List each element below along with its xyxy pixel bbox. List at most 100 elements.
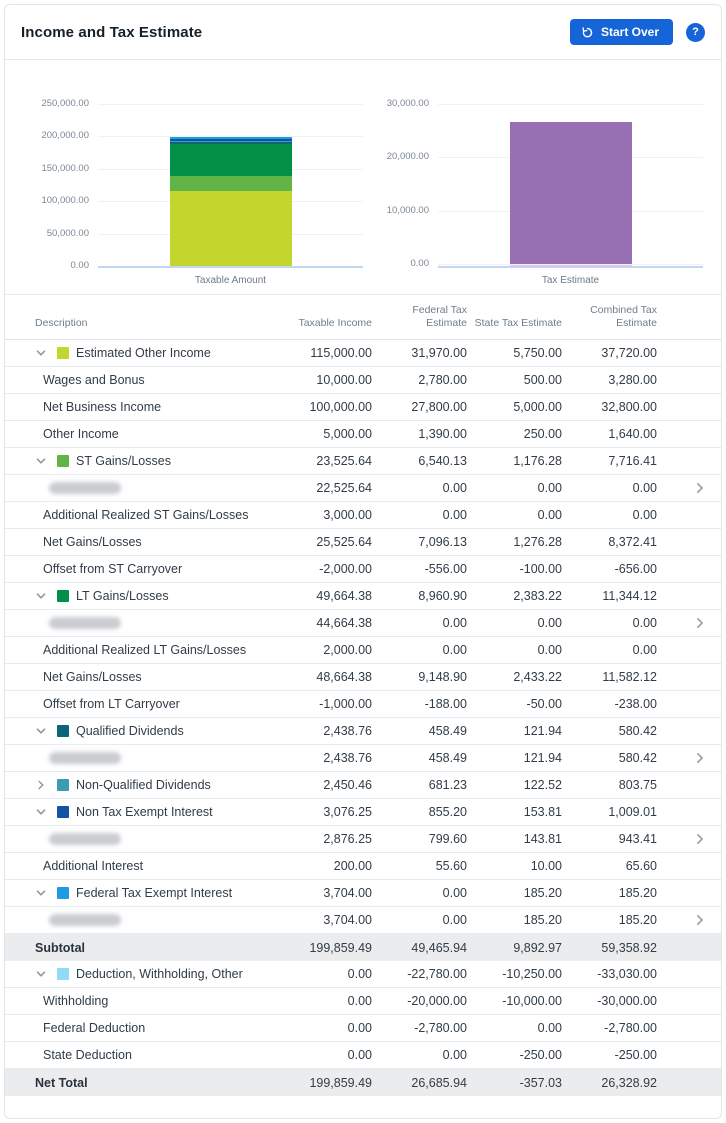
- table-row-account[interactable]: 22,525.640.000.000.00: [5, 475, 721, 502]
- page-title: Income and Tax Estimate: [21, 24, 202, 41]
- cell-combined-tax-estimate: -30,000.00: [562, 994, 657, 1008]
- help-button[interactable]: ?: [686, 23, 705, 42]
- cell-combined-tax-estimate: 0.00: [562, 508, 657, 522]
- cell-combined-tax-estimate: 65.60: [562, 859, 657, 873]
- cell-federal-tax-estimate: 0.00: [372, 616, 467, 630]
- series-color-swatch: [57, 590, 69, 602]
- chevron-right-icon[interactable]: [35, 779, 47, 791]
- chevron-down-icon[interactable]: [35, 590, 47, 602]
- row-description: [35, 914, 277, 926]
- cell-taxable-income: 115,000.00: [277, 346, 372, 360]
- cell-taxable-income: 100,000.00: [277, 400, 372, 414]
- cell-state-tax-estimate: -250.00: [467, 1048, 562, 1062]
- table-row-non-tax-exempt-interest[interactable]: Non Tax Exempt Interest3,076.25855.20153…: [5, 799, 721, 826]
- cell-taxable-income: 2,450.46: [277, 778, 372, 792]
- row-detail-chevron-icon[interactable]: [693, 832, 707, 846]
- cell-state-tax-estimate: 2,433.22: [467, 670, 562, 684]
- cell-federal-tax-estimate: 0.00: [372, 508, 467, 522]
- table-row-account[interactable]: 2,438.76458.49121.94580.42: [5, 745, 721, 772]
- cell-taxable-income: 200.00: [277, 859, 372, 873]
- table-row-st-gains-losses[interactable]: ST Gains/Losses23,525.646,540.131,176.28…: [5, 448, 721, 475]
- chevron-down-icon[interactable]: [35, 806, 47, 818]
- row-detail-chevron-icon[interactable]: [693, 481, 707, 495]
- row-label: Subtotal: [35, 941, 85, 955]
- table-row-additional-interest: Additional Interest200.0055.6010.0065.60: [5, 853, 721, 880]
- bar-segment-st-gains-losses: [170, 176, 292, 191]
- chevron-down-icon[interactable]: [35, 725, 47, 737]
- table-row-account[interactable]: 44,664.380.000.000.00: [5, 610, 721, 637]
- col-header-description: Description: [35, 317, 277, 330]
- cell-taxable-income: 48,664.38: [277, 670, 372, 684]
- start-over-button[interactable]: Start Over: [570, 19, 673, 45]
- row-label: Federal Deduction: [35, 1021, 145, 1035]
- series-color-swatch: [57, 455, 69, 467]
- row-label: Withholding: [35, 994, 108, 1008]
- table-row-deduction-withholding-other[interactable]: Deduction, Withholding, Other0.00-22,780…: [5, 961, 721, 988]
- table-row-subtotal: Subtotal199,859.4949,465.949,892.9759,35…: [5, 934, 721, 961]
- cell-federal-tax-estimate: 0.00: [372, 643, 467, 657]
- charts-section: 0.0050,000.00100,000.00150,000.00200,000…: [5, 60, 721, 294]
- chevron-down-icon[interactable]: [35, 968, 47, 980]
- cell-taxable-income: 2,438.76: [277, 724, 372, 738]
- cell-federal-tax-estimate: 2,780.00: [372, 373, 467, 387]
- row-description: Offset from ST Carryover: [35, 562, 277, 576]
- cell-taxable-income: -2,000.00: [277, 562, 372, 576]
- cell-taxable-income: 25,525.64: [277, 535, 372, 549]
- table-row-federal-tax-exempt-interest[interactable]: Federal Tax Exempt Interest3,704.000.001…: [5, 880, 721, 907]
- estimate-table: Description Taxable Income Federal Tax E…: [5, 294, 721, 1096]
- table-row-account[interactable]: 3,704.000.00185.20185.20: [5, 907, 721, 934]
- table-row-lt-gains-losses[interactable]: LT Gains/Losses49,664.388,960.902,383.22…: [5, 583, 721, 610]
- table-row-estimated-other-income[interactable]: Estimated Other Income 115,000.0031,970.0…: [5, 340, 721, 367]
- y-axis-tick-label: 0.00: [411, 258, 430, 270]
- bar-segment-lt-gains-losses: [170, 144, 292, 176]
- row-description: State Deduction: [35, 1048, 277, 1062]
- cell-combined-tax-estimate: 580.42: [562, 724, 657, 738]
- cell-taxable-income: 23,525.64: [277, 454, 372, 468]
- chevron-down-icon[interactable]: [35, 347, 47, 359]
- y-axis-tick-label: 10,000.00: [387, 205, 429, 217]
- table-row-non-qualified-dividends[interactable]: Non-Qualified Dividends2,450.46681.23122…: [5, 772, 721, 799]
- cell-federal-tax-estimate: 9,148.90: [372, 670, 467, 684]
- row-label: Offset from ST Carryover: [35, 562, 182, 576]
- cell-combined-tax-estimate: 1,009.01: [562, 805, 657, 819]
- tax-estimate-plot-area: 0.0010,000.0020,000.0030,000.00: [363, 104, 703, 268]
- row-label: Estimated Other Income: [76, 346, 211, 360]
- row-description: Federal Tax Exempt Interest: [35, 886, 277, 900]
- cell-combined-tax-estimate: -238.00: [562, 697, 657, 711]
- cell-state-tax-estimate: 10.00: [467, 859, 562, 873]
- cell-state-tax-estimate: 500.00: [467, 373, 562, 387]
- row-description: Deduction, Withholding, Other: [35, 967, 277, 981]
- chevron-down-icon[interactable]: [35, 455, 47, 467]
- cell-federal-tax-estimate: 681.23: [372, 778, 467, 792]
- row-label: Additional Interest: [35, 859, 143, 873]
- cell-federal-tax-estimate: 31,970.00: [372, 346, 467, 360]
- chevron-down-icon[interactable]: [35, 887, 47, 899]
- cell-federal-tax-estimate: 855.20: [372, 805, 467, 819]
- cell-state-tax-estimate: 0.00: [467, 1021, 562, 1035]
- cell-state-tax-estimate: 0.00: [467, 643, 562, 657]
- cell-federal-tax-estimate: -22,780.00: [372, 967, 467, 981]
- cell-federal-tax-estimate: 458.49: [372, 724, 467, 738]
- col-header-federal-tax-estimate: Federal Tax Estimate: [372, 304, 467, 330]
- cell-state-tax-estimate: 121.94: [467, 751, 562, 765]
- row-description: Net Gains/Losses: [35, 535, 277, 549]
- row-description: LT Gains/Losses: [35, 589, 277, 603]
- cell-federal-tax-estimate: 8,960.90: [372, 589, 467, 603]
- table-row-qualified-dividends[interactable]: Qualified Dividends2,438.76458.49121.945…: [5, 718, 721, 745]
- header-actions: Start Over ?: [570, 19, 705, 45]
- cell-combined-tax-estimate: 943.41: [562, 832, 657, 846]
- cell-state-tax-estimate: 1,276.28: [467, 535, 562, 549]
- row-detail-chevron-icon[interactable]: [693, 616, 707, 630]
- cell-state-tax-estimate: 2,383.22: [467, 589, 562, 603]
- cell-combined-tax-estimate: -33,030.00: [562, 967, 657, 981]
- row-detail-chevron-icon[interactable]: [693, 751, 707, 765]
- row-label: Net Gains/Losses: [35, 670, 142, 684]
- table-row-account[interactable]: 2,876.25799.60143.81943.41: [5, 826, 721, 853]
- cell-combined-tax-estimate: 803.75: [562, 778, 657, 792]
- cell-combined-tax-estimate: 185.20: [562, 886, 657, 900]
- row-description: [35, 752, 277, 764]
- cell-state-tax-estimate: 0.00: [467, 481, 562, 495]
- row-label: State Deduction: [35, 1048, 132, 1062]
- row-description: Net Gains/Losses: [35, 670, 277, 684]
- row-detail-chevron-icon[interactable]: [693, 913, 707, 927]
